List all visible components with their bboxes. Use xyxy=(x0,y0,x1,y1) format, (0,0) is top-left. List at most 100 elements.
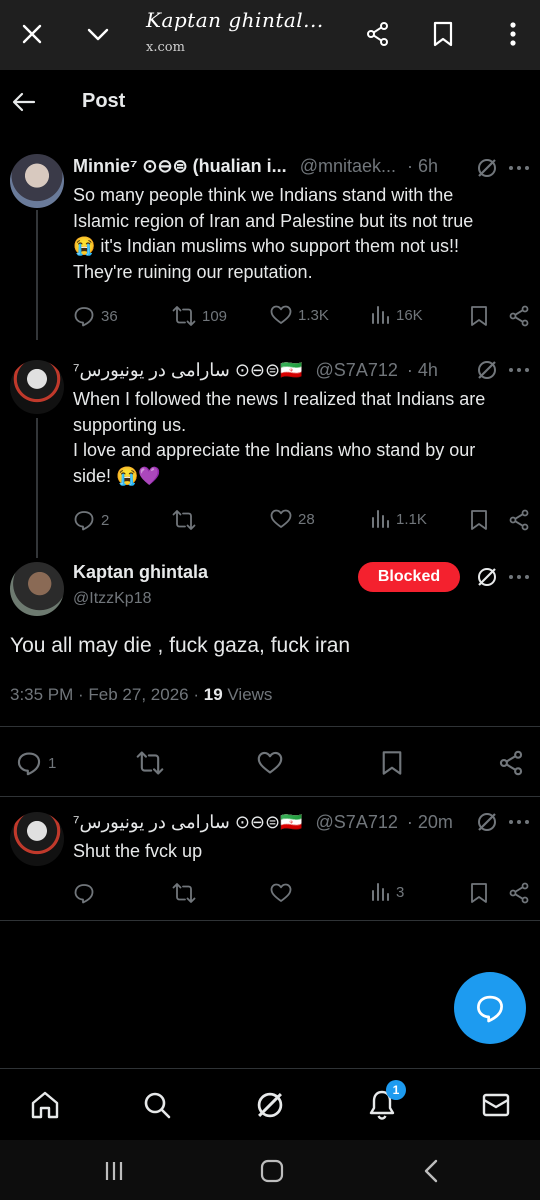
repost-icon[interactable] xyxy=(172,882,196,904)
tweet-line: supporting us. xyxy=(73,414,187,435)
post-meta: 3:35 PM · Feb 27, 2026 · 19 Views xyxy=(10,685,272,705)
share-icon[interactable] xyxy=(508,882,530,904)
views-action[interactable]: 16K xyxy=(370,305,423,325)
views-count: 3 xyxy=(396,883,405,901)
reply-action[interactable]: 1 xyxy=(16,750,56,776)
chevron-down-icon[interactable] xyxy=(80,16,116,52)
tweet-line: side! 😭💜 xyxy=(73,465,161,486)
divider xyxy=(0,726,540,727)
display-name[interactable]: Minnie⁷ ⊙⊖⊜ (hualian i... xyxy=(73,156,287,176)
more-options-icon[interactable] xyxy=(506,158,532,178)
reply-count: 36 xyxy=(101,307,118,325)
post-timestamp[interactable]: 3:35 PM · Feb 27, 2026 · xyxy=(10,685,199,704)
tweet-line: So many people think we Indians stand wi… xyxy=(73,185,454,205)
divider xyxy=(0,796,540,797)
views-count: 19 xyxy=(203,685,223,704)
tweet-line: I love and appreciate the Indians who st… xyxy=(73,440,476,460)
views-action[interactable]: 3 xyxy=(370,882,404,902)
messages-envelope-icon[interactable] xyxy=(478,1087,514,1123)
back-chevron-icon[interactable] xyxy=(416,1156,446,1186)
more-options-icon[interactable] xyxy=(506,360,532,380)
bookmark-icon[interactable] xyxy=(469,509,489,531)
display-name[interactable]: سارامی در یونیورس⁷ ⊙⊖⊜🇮🇷 xyxy=(73,812,303,832)
bookmark-icon[interactable] xyxy=(469,305,489,327)
home-icon[interactable] xyxy=(27,1087,63,1123)
thread-line xyxy=(36,210,38,340)
display-name[interactable]: Kaptan ghintala xyxy=(73,562,208,583)
heart-icon xyxy=(270,305,292,324)
tweet-text: When I followed the news I realized that… xyxy=(73,387,528,489)
post-header: Post xyxy=(0,70,540,136)
share-icon[interactable] xyxy=(360,16,396,52)
repost-icon xyxy=(172,306,196,326)
grok-icon[interactable] xyxy=(252,1087,288,1123)
reply-icon xyxy=(74,307,94,327)
user-handle[interactable]: @mnitaek... xyxy=(300,156,396,176)
avatar[interactable] xyxy=(10,562,64,616)
views-action[interactable]: 1.1K xyxy=(370,509,427,529)
share-icon[interactable] xyxy=(508,305,530,327)
more-options-icon[interactable] xyxy=(506,567,532,587)
share-icon[interactable] xyxy=(498,750,524,776)
user-handle[interactable]: @S7A712 xyxy=(316,812,398,832)
recent-apps-icon[interactable] xyxy=(99,1156,129,1186)
repost-icon[interactable] xyxy=(136,750,164,776)
like-action[interactable]: 28 xyxy=(270,509,315,529)
search-icon[interactable] xyxy=(139,1087,175,1123)
user-handle[interactable]: @S7A712 xyxy=(316,360,398,380)
bookmark-icon[interactable] xyxy=(469,882,489,904)
display-name[interactable]: سارامی در یونیورس⁷ ⊙⊖⊜🇮🇷 xyxy=(73,360,303,380)
reply-icon[interactable] xyxy=(73,882,95,904)
heart-icon[interactable] xyxy=(257,751,283,775)
avatar[interactable] xyxy=(10,154,64,208)
blocked-button[interactable]: Blocked xyxy=(358,562,460,592)
page-domain: x.com xyxy=(146,40,185,55)
bookmark-icon[interactable] xyxy=(380,750,404,776)
tweet-line: 😭 it's Indian muslims who support them n… xyxy=(73,236,460,256)
share-icon[interactable] xyxy=(508,509,530,531)
avatar[interactable] xyxy=(10,360,64,414)
repost-action[interactable]: 109 xyxy=(172,305,227,327)
reply-count: 1 xyxy=(48,754,57,772)
more-vertical-icon[interactable] xyxy=(495,16,531,52)
like-action[interactable]: 1.3K xyxy=(270,305,329,325)
grok-icon[interactable] xyxy=(476,566,498,588)
reply-action[interactable]: 36 xyxy=(73,305,118,327)
avatar[interactable] xyxy=(10,812,64,866)
tweet-line: Islamic region of Iran and Palestine but… xyxy=(73,210,474,231)
tweet-header: Minnie⁷ ⊙⊖⊜ (hualian i... @mnitaek... · … xyxy=(73,156,438,177)
reply-action[interactable]: 2 xyxy=(73,509,109,531)
close-icon[interactable] xyxy=(14,16,50,52)
reply-icon xyxy=(17,752,41,776)
grok-icon[interactable] xyxy=(476,811,498,833)
tweet-text: Shut the fvck up xyxy=(73,841,203,861)
tweet-header: سارامی در یونیورس⁷ ⊙⊖⊜🇮🇷 @S7A712 · 4h xyxy=(73,360,438,381)
notification-badge: 1 xyxy=(386,1080,406,1100)
divider xyxy=(0,920,540,921)
more-options-icon[interactable] xyxy=(506,812,532,832)
system-nav xyxy=(0,1140,540,1200)
views-count: 16K xyxy=(396,306,423,324)
user-handle[interactable]: @ItzzKp18 xyxy=(73,590,152,608)
like-count: 1.3K xyxy=(298,306,329,324)
bottom-nav xyxy=(0,1068,540,1141)
grok-icon[interactable] xyxy=(476,157,498,179)
back-arrow-icon[interactable] xyxy=(8,86,40,118)
tweet-text: So many people think we Indians stand wi… xyxy=(73,183,528,285)
post-text: You all may die , fuck gaza, fuck iran xyxy=(10,634,351,657)
home-button-icon[interactable] xyxy=(257,1156,287,1186)
repost-action[interactable] xyxy=(172,509,202,531)
reply-icon xyxy=(74,511,94,531)
compose-reply-button[interactable] xyxy=(454,972,526,1044)
bookmark-icon[interactable] xyxy=(425,16,461,52)
tweet-line: When I followed the news I realized that… xyxy=(73,389,486,409)
grok-icon[interactable] xyxy=(476,359,498,381)
like-count: 28 xyxy=(298,510,315,528)
views-label: Views xyxy=(227,685,273,704)
heart-icon[interactable] xyxy=(270,883,292,903)
thread-line xyxy=(36,418,38,558)
header-title: Post xyxy=(82,90,126,112)
browser-bar: Kaptan ghintal... x.com xyxy=(0,0,540,70)
reply-count: 2 xyxy=(101,511,110,529)
post-time: · 4h xyxy=(406,360,438,380)
